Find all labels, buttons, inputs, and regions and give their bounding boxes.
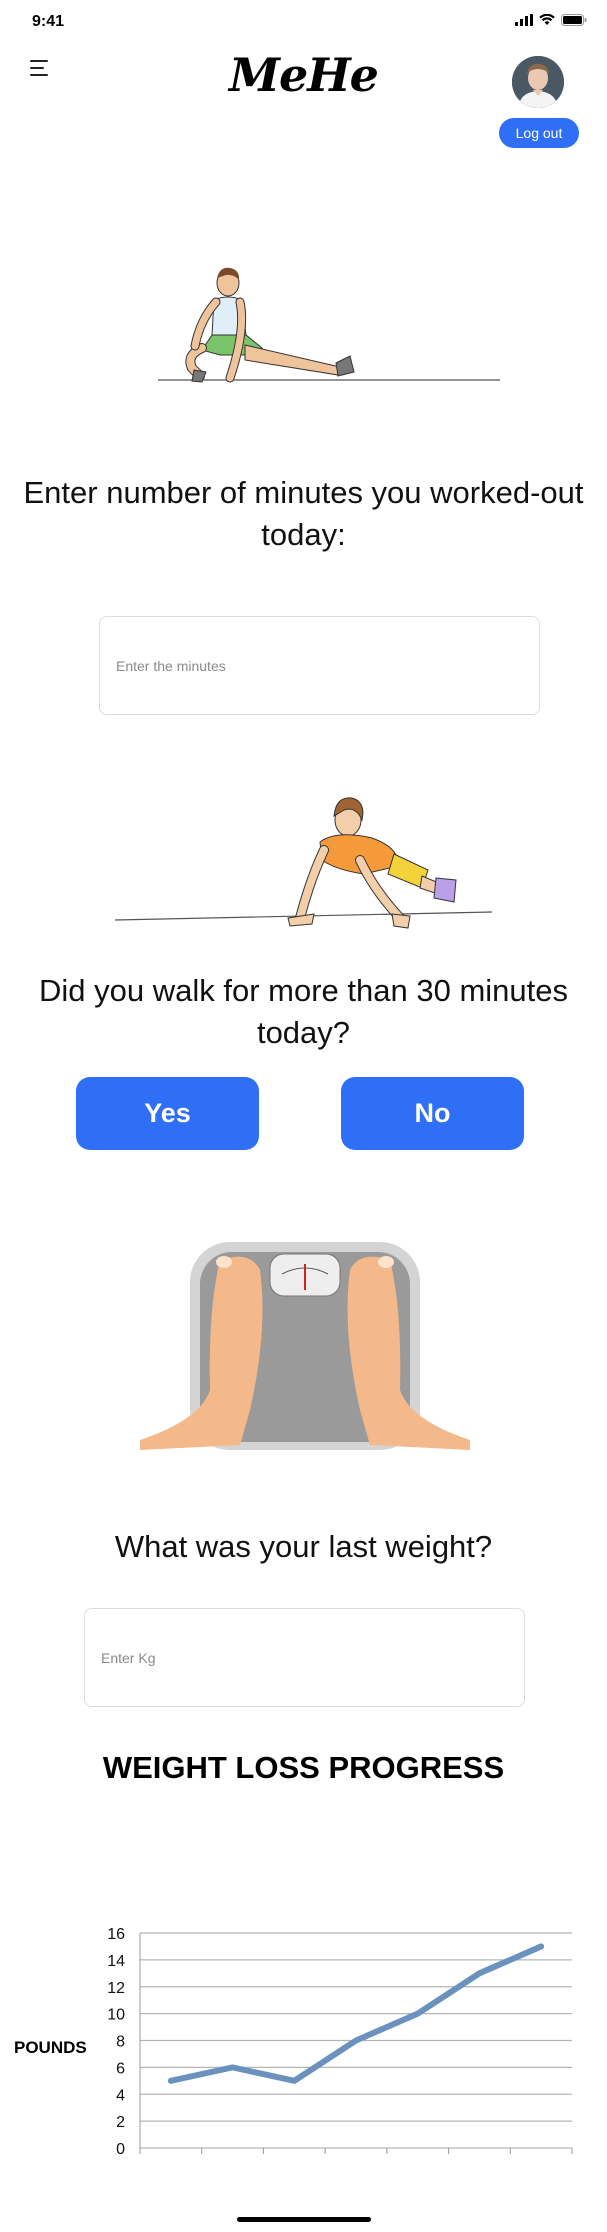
- y-tick-label: 8: [116, 2034, 125, 2051]
- status-icons: [515, 14, 587, 26]
- y-tick-label: 4: [116, 2087, 125, 2104]
- battery-icon: [561, 14, 587, 26]
- weight-question: What was your last weight?: [114, 1529, 493, 1564]
- weight-loss-chart: 0 2 4 6 8 10 12 14 16 POUNDS: [14, 1926, 573, 2158]
- y-tick-label: 16: [107, 1926, 125, 1943]
- signal-icon: [515, 14, 533, 26]
- minutes-input[interactable]: [100, 617, 539, 714]
- y-tick-label: 12: [107, 1980, 125, 1997]
- logout-button[interactable]: Log out: [499, 118, 579, 148]
- home-indicator: [237, 2217, 371, 2222]
- workout-question: Enter number of minutes you worked-out t…: [23, 475, 584, 552]
- wifi-icon: [539, 14, 555, 25]
- y-tick-label: 14: [107, 1953, 125, 1970]
- avatar-image: [512, 56, 564, 108]
- weight-field-container: [84, 1608, 525, 1707]
- chart-title: WEIGHT LOSS PROGRESS: [102, 1750, 505, 1785]
- y-tick-label: 6: [116, 2060, 125, 2077]
- y-tick-label: 10: [107, 2007, 125, 2024]
- y-tick-label: 2: [116, 2114, 125, 2131]
- no-button[interactable]: No: [341, 1077, 524, 1150]
- y-tick-label: 0: [116, 2141, 125, 2158]
- yes-button[interactable]: Yes: [76, 1077, 259, 1150]
- weight-input[interactable]: [85, 1609, 524, 1706]
- status-bar: 9:41: [0, 0, 607, 44]
- stretching-illustration: [158, 267, 500, 383]
- pushup-illustration: [114, 797, 493, 929]
- avatar[interactable]: [512, 56, 564, 108]
- minutes-field-container: [99, 616, 540, 715]
- walk-question: Did you walk for more than 30 minutes to…: [39, 973, 568, 1050]
- status-time: 9:41: [32, 13, 65, 30]
- y-axis-label: POUNDS: [14, 2038, 87, 2057]
- scale-illustration: [140, 1242, 470, 1450]
